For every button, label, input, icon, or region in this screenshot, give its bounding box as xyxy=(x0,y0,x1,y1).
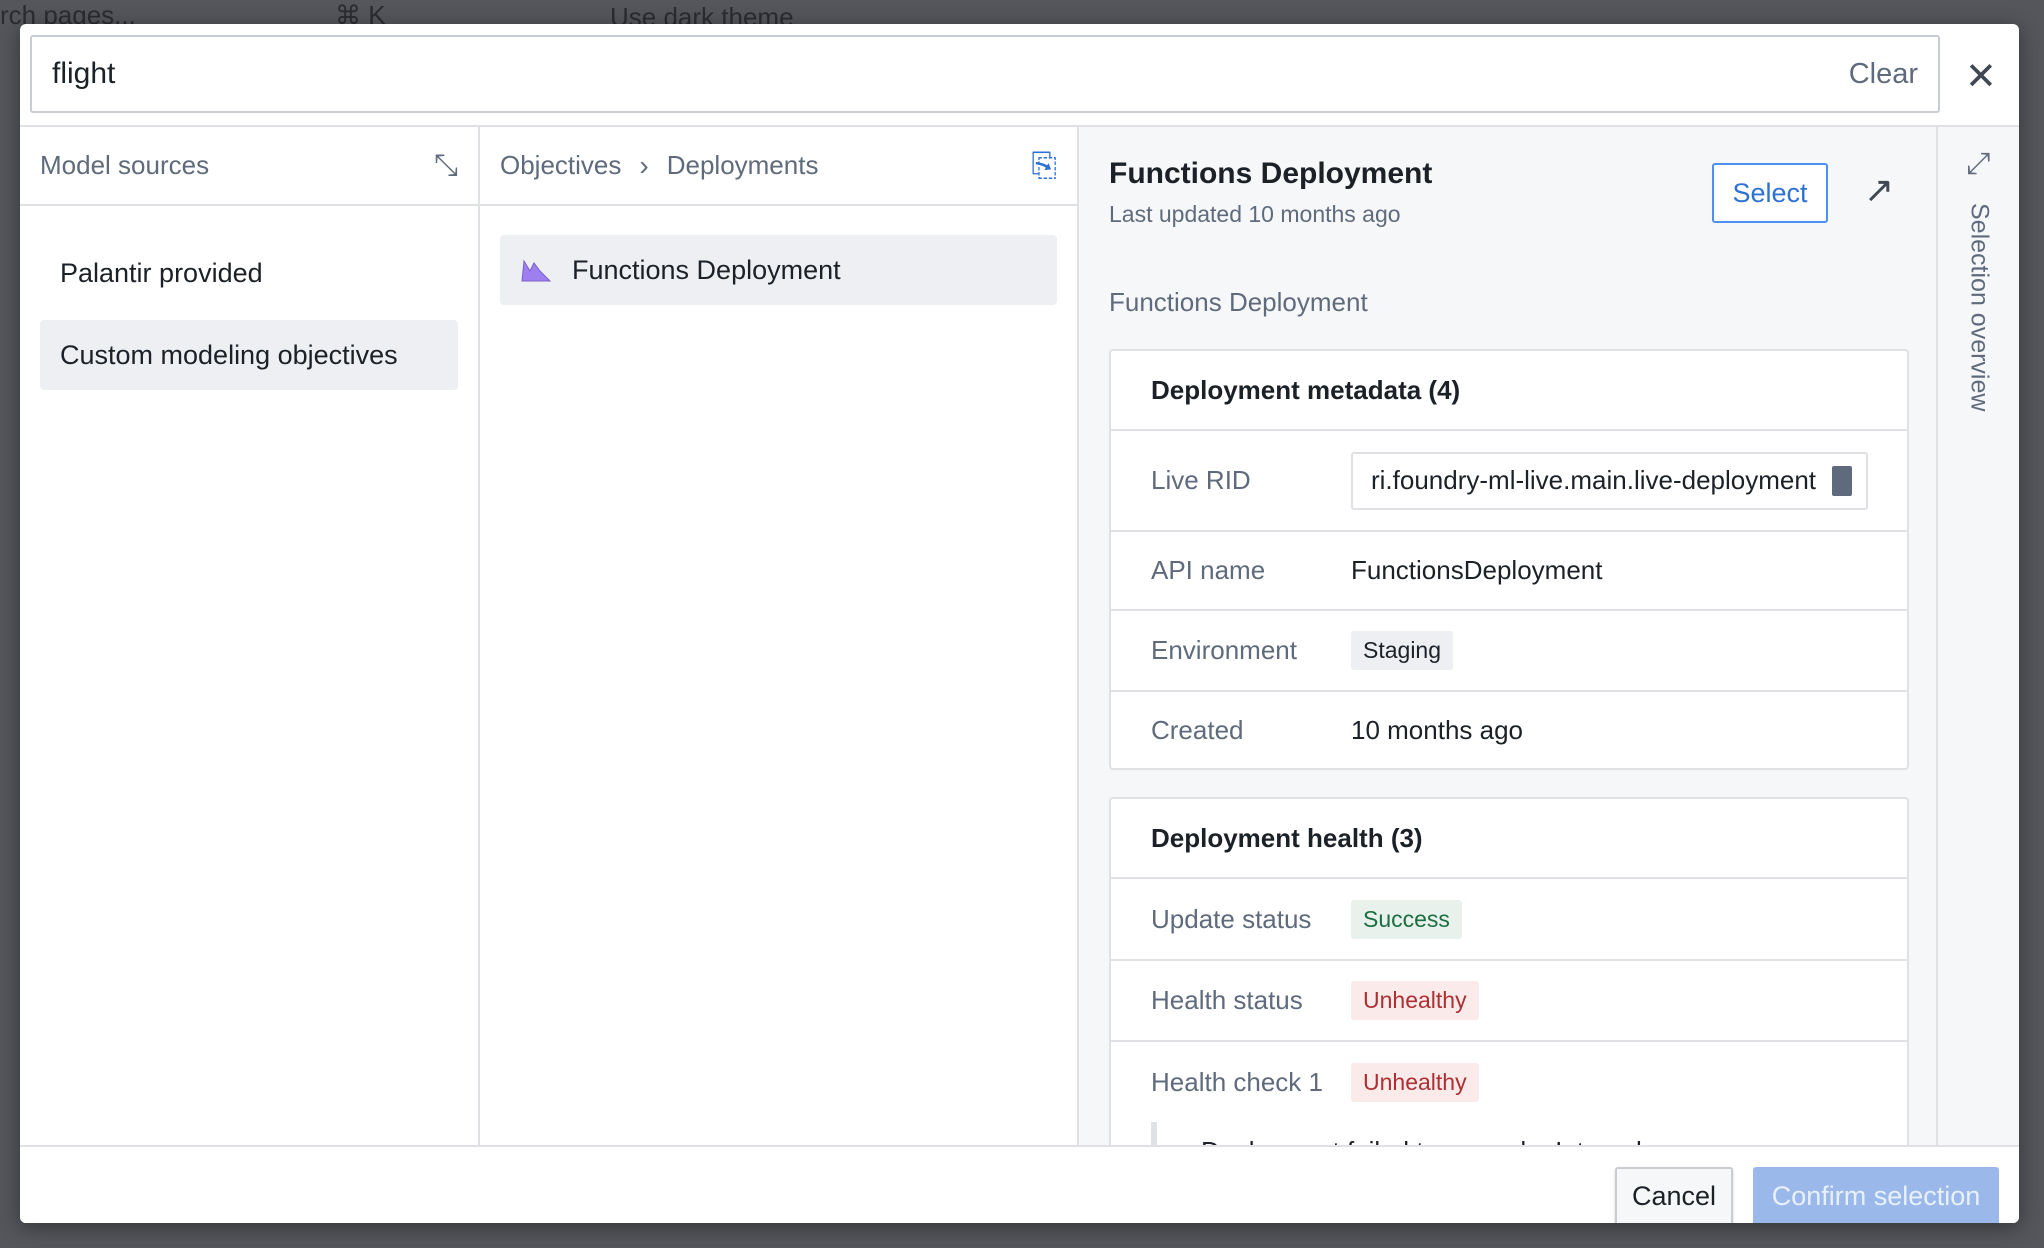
metadata-card: Deployment metadata (4) Live RID ri.foun… xyxy=(1109,349,1909,770)
health-check-label: Health check 1 xyxy=(1151,1066,1323,1097)
selection-overview-rail[interactable]: ⤢ Selection overview xyxy=(1938,127,2019,1145)
selection-overview-label[interactable]: Selection overview xyxy=(1964,203,1994,411)
column-title: Model sources xyxy=(40,150,210,180)
unhealthy-tag: Unhealthy xyxy=(1351,981,1479,1020)
cancel-button[interactable]: Cancel xyxy=(1615,1167,1733,1223)
dialog-footer: Cancel Confirm selection xyxy=(20,1145,2019,1223)
live-rid-label: Live RID xyxy=(1151,465,1251,495)
breadcrumb-deployments[interactable]: Deployments xyxy=(667,150,819,181)
breadcrumb-objectives[interactable]: Objectives xyxy=(500,150,621,181)
search-input[interactable] xyxy=(52,57,1849,91)
source-custom-modeling-objectives[interactable]: Custom modeling objectives xyxy=(40,320,458,390)
breadcrumb: Objectives › Deployments xyxy=(500,150,818,182)
confirm-selection-button[interactable]: Confirm selection xyxy=(1753,1167,1999,1223)
health-status-label: Health status xyxy=(1151,985,1303,1015)
collapse-icon[interactable]: ⤡ xyxy=(434,149,458,183)
created-label: Created xyxy=(1151,714,1244,745)
detail-panel: Functions Deployment Last updated 10 mon… xyxy=(1079,127,1938,1145)
last-updated: Last updated 10 months ago xyxy=(1109,201,1401,227)
open-external-arrow-icon[interactable]: ↗ xyxy=(1864,169,1894,211)
api-name-label: API name xyxy=(1151,555,1266,585)
detail-title: Functions Deployment xyxy=(1109,157,1433,190)
health-check-error: Deployment failed to upgrade: Internal e… xyxy=(1151,1122,1907,1145)
chevron-right-icon: › xyxy=(639,149,649,181)
clear-button[interactable]: Clear xyxy=(1849,58,1918,91)
environment-tag: Staging xyxy=(1351,631,1454,670)
deployment-icon xyxy=(521,259,552,282)
health-card: Deployment health (3) Update status Succe… xyxy=(1109,797,1909,1145)
success-tag: Success xyxy=(1351,899,1462,939)
search-field[interactable]: Clear xyxy=(30,35,1940,113)
api-name-value: FunctionsDeployment xyxy=(1351,555,1603,585)
open-document-icon[interactable]: ⎘ xyxy=(1031,147,1057,185)
metadata-title: Deployment metadata (4) xyxy=(1111,351,1907,431)
list-item-label: Functions Deployment xyxy=(572,254,841,285)
close-icon[interactable]: ✕ xyxy=(1965,54,1997,99)
expand-icon[interactable]: ⤢ xyxy=(1938,147,2019,181)
environment-label: Environment xyxy=(1151,635,1297,665)
unhealthy-tag: Unhealthy xyxy=(1351,1062,1479,1102)
created-value: 10 months ago xyxy=(1351,714,1524,745)
clipboard-icon[interactable] xyxy=(1832,465,1852,496)
live-rid-value: ri.foundry-ml-live.main.live-deployment xyxy=(1371,465,1817,495)
select-button[interactable]: Select xyxy=(1712,163,1828,223)
source-palantir-provided[interactable]: Palantir provided xyxy=(40,238,458,308)
detail-subtitle: Functions Deployment xyxy=(1109,287,1368,317)
selection-dialog: Clear ✕ Model sources ⤡ Palantir provide… xyxy=(20,24,2019,1223)
browser-column: Objectives › Deployments ⎘ Functions Dep… xyxy=(480,127,1079,1145)
update-status-label: Update status xyxy=(1151,903,1312,934)
health-title: Deployment health (3) xyxy=(1111,799,1907,879)
list-item[interactable]: Functions Deployment xyxy=(500,235,1057,305)
model-sources-column: Model sources ⤡ Palantir provided Custom… xyxy=(20,127,480,1145)
live-rid-field[interactable]: ri.foundry-ml-live.main.live-deployment xyxy=(1351,451,1868,510)
